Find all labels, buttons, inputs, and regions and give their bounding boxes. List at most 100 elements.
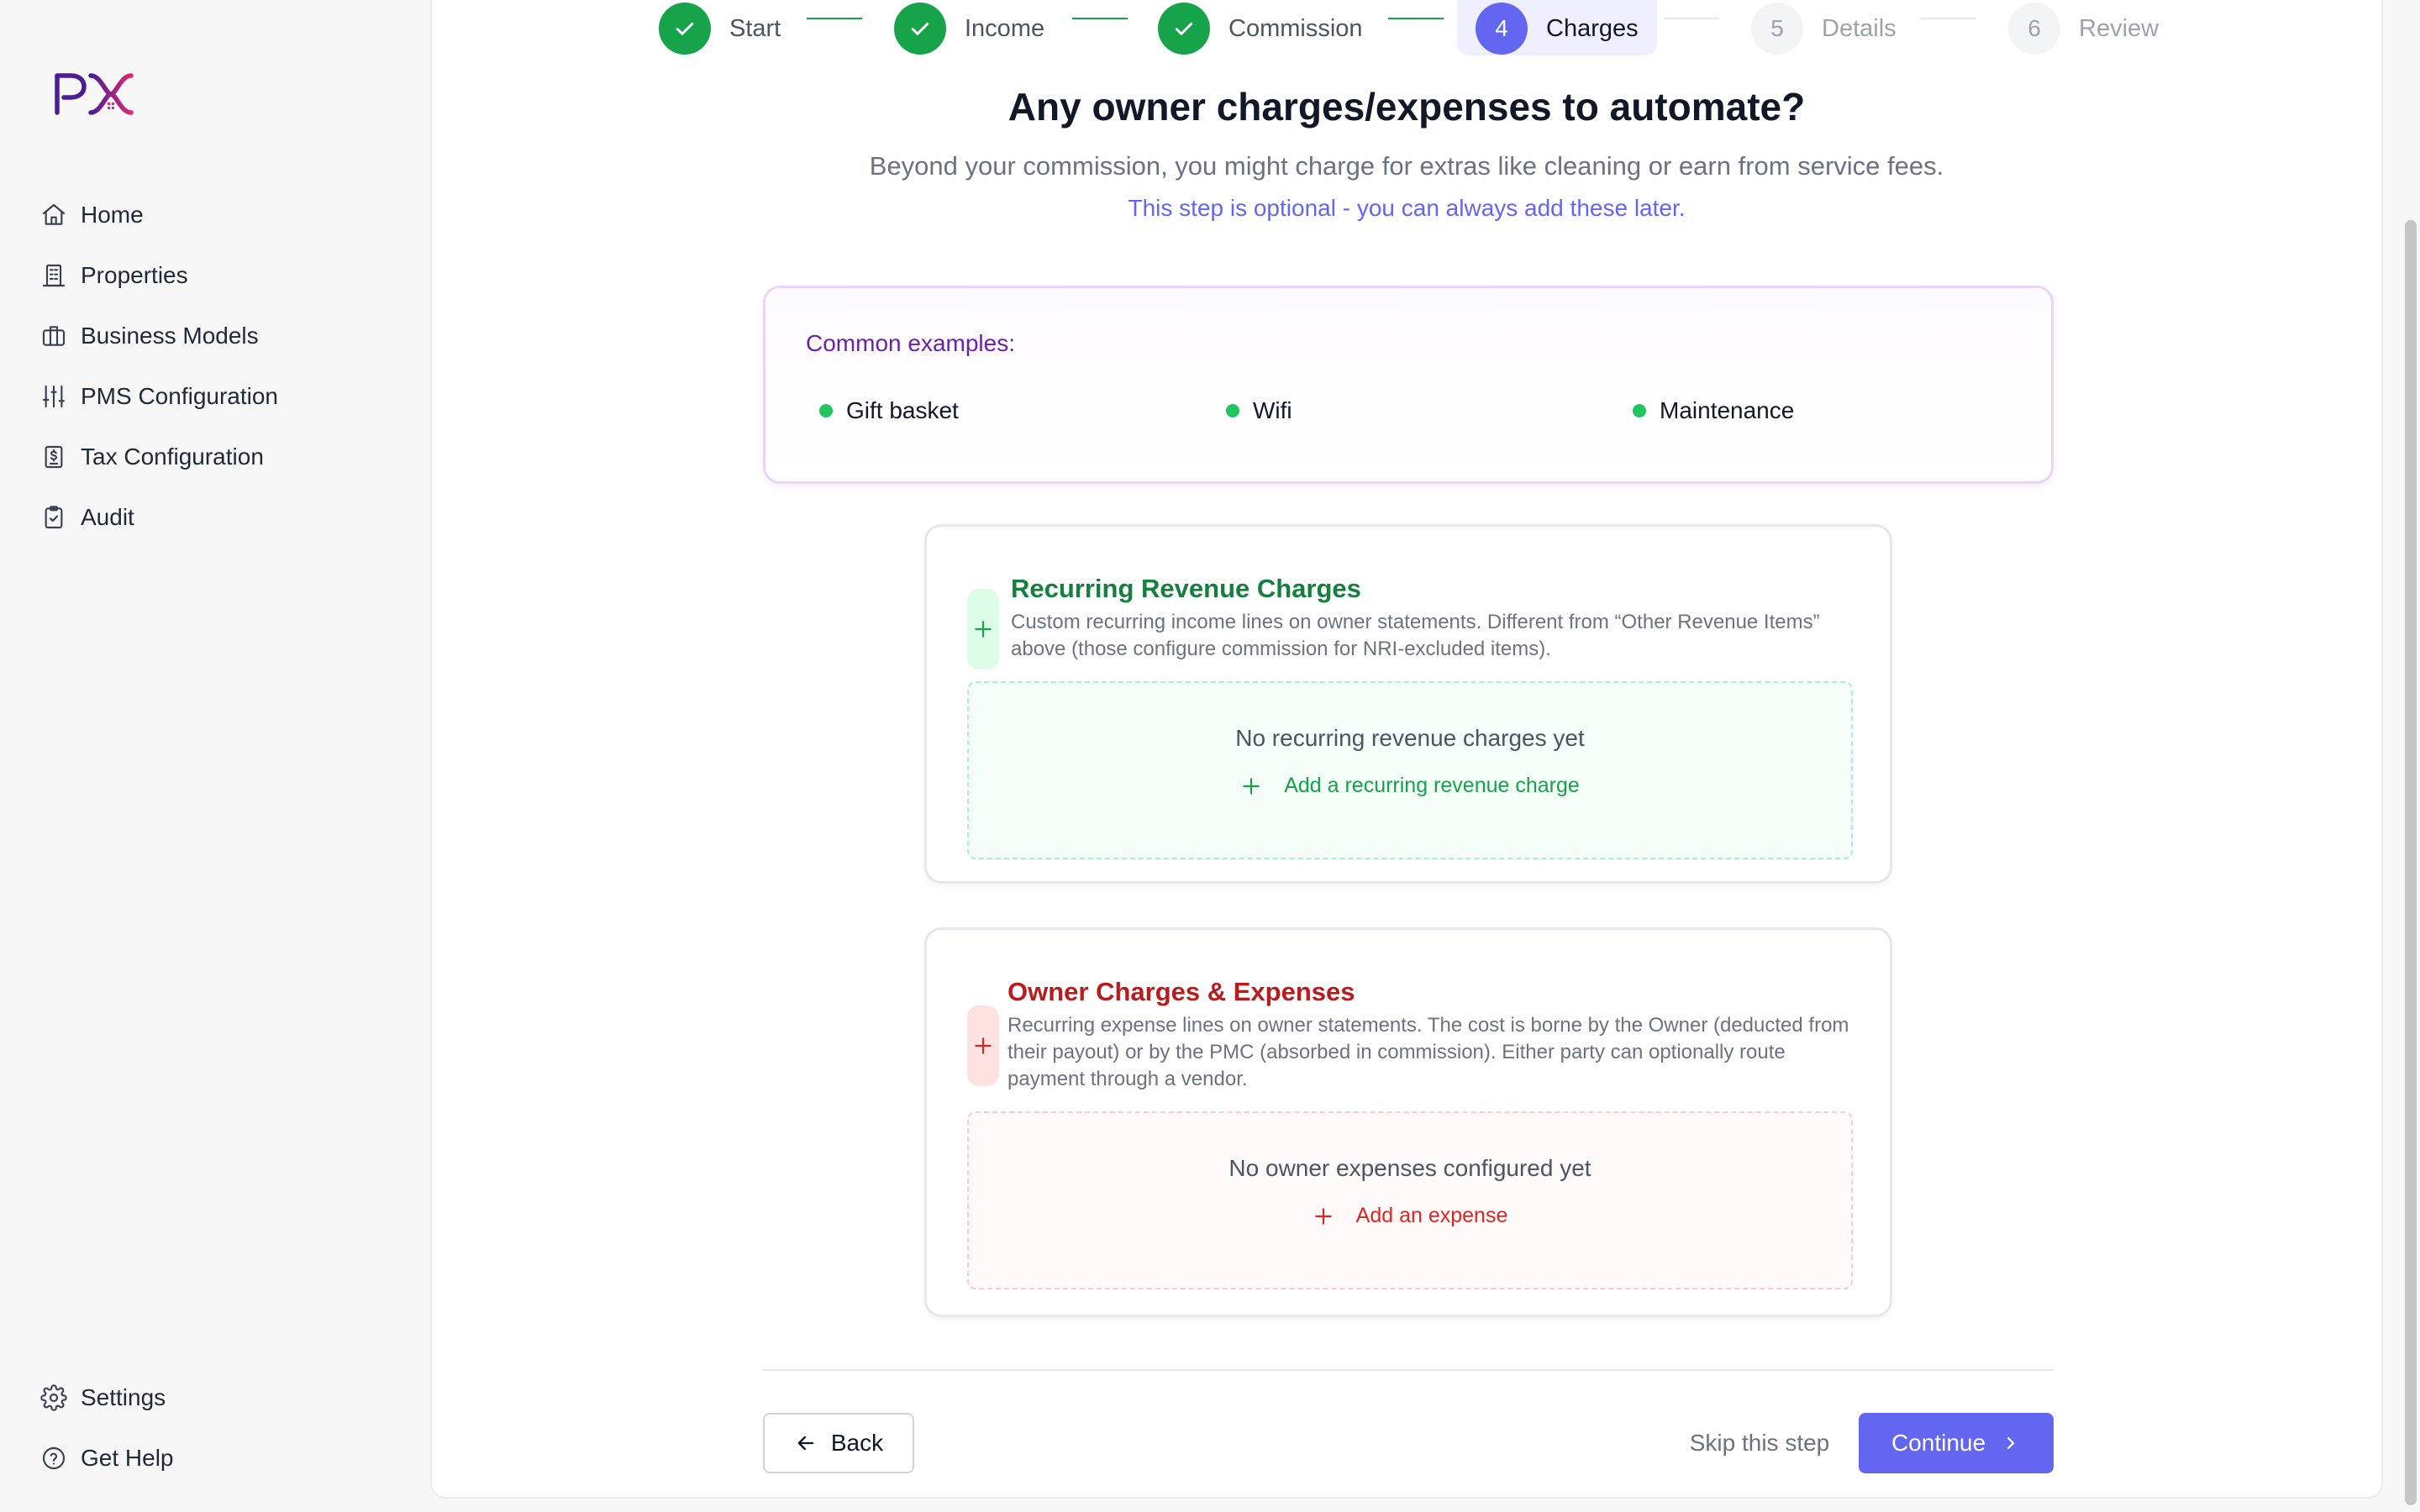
plus-icon bbox=[975, 1037, 992, 1054]
example-label: Maintenance bbox=[1660, 397, 1795, 423]
sidebar-item-label: Properties bbox=[81, 262, 188, 288]
optional-note: This step is optional - you can always a… bbox=[1128, 195, 1686, 221]
sidebar: Home Properties Business Models PMS Conf… bbox=[0, 0, 429, 1512]
sidebar-item-label: Tax Configuration bbox=[81, 444, 264, 470]
section-description: Custom recurring income lines on owner s… bbox=[1011, 611, 1820, 660]
app-root: Home Properties Business Models PMS Conf… bbox=[0, 0, 2420, 1512]
step-label: Income bbox=[965, 14, 1045, 42]
step-label: Review bbox=[2079, 14, 2160, 42]
check-icon bbox=[676, 22, 694, 35]
example-label: Gift basket bbox=[846, 397, 959, 423]
continue-button-label: Continue bbox=[1891, 1430, 1986, 1456]
clipboard-check-icon bbox=[45, 506, 63, 529]
plus-icon bbox=[1314, 1207, 1332, 1225]
step-indicator: 4 bbox=[1476, 3, 1528, 55]
bullet-dot-icon bbox=[1633, 404, 1646, 417]
step-label: Details bbox=[1822, 14, 1897, 42]
wizard-stepper: Start Income Commission 4 Charges 5 Deta… bbox=[432, 0, 2381, 60]
empty-state-text: No recurring revenue charges yet bbox=[1235, 725, 1585, 751]
section-title: Owner Charges & Expenses bbox=[1007, 977, 1355, 1006]
example-label: Wifi bbox=[1253, 397, 1292, 423]
sidebar-item-label: Home bbox=[81, 202, 144, 228]
section-description: Recurring expense lines on owner stateme… bbox=[1007, 1014, 1849, 1090]
sidebar-item-label: Get Help bbox=[81, 1445, 174, 1471]
sliders-icon bbox=[42, 385, 66, 408]
footer-divider bbox=[763, 1369, 2054, 1371]
help-circle-icon bbox=[42, 1446, 66, 1470]
examples-title: Common examples: bbox=[806, 330, 1015, 356]
sidebar-item-audit[interactable]: Audit bbox=[34, 487, 403, 548]
section-title: Recurring Revenue Charges bbox=[1011, 574, 1361, 603]
sidebar-item-get-help[interactable]: Get Help bbox=[34, 1428, 403, 1488]
section-badge bbox=[967, 1005, 999, 1086]
step-review[interactable]: 6 Review bbox=[2008, 2, 2159, 55]
page-subtitle: Beyond your commission, you might charge… bbox=[869, 151, 1944, 181]
empty-state: No recurring revenue charges yet Add a r… bbox=[967, 681, 1853, 859]
main-panel: Start Income Commission 4 Charges 5 Deta… bbox=[430, 0, 2383, 1499]
plus-icon bbox=[975, 621, 992, 638]
sidebar-item-business-models[interactable]: Business Models bbox=[34, 306, 403, 366]
common-examples-card: Common examples: Gift basket Wifi Mainte… bbox=[763, 286, 2054, 484]
owner-expenses-section: Owner Charges & Expenses Recurring expen… bbox=[924, 927, 1892, 1317]
step-label: Charges bbox=[1546, 14, 1639, 42]
step-connector bbox=[1388, 18, 1444, 19]
home-icon bbox=[42, 203, 66, 225]
arrow-left-icon bbox=[797, 1436, 814, 1451]
section-badge bbox=[967, 589, 999, 669]
sidebar-item-label: PMS Configuration bbox=[81, 383, 279, 409]
step-indicator bbox=[894, 3, 946, 55]
step-connector bbox=[807, 18, 862, 19]
add-expense-button[interactable]: Add an expense bbox=[969, 1204, 1851, 1228]
gear-icon bbox=[40, 1384, 67, 1411]
step-indicator: 6 bbox=[2008, 3, 2060, 55]
sidebar-item-pms-configuration[interactable]: PMS Configuration bbox=[34, 366, 403, 427]
chevron-right-icon bbox=[2007, 1436, 2015, 1450]
step-commission[interactable]: Commission bbox=[1158, 2, 1363, 55]
step-income[interactable]: Income bbox=[894, 2, 1044, 55]
bullet-dot-icon bbox=[819, 404, 833, 417]
step-indicator: 5 bbox=[1751, 3, 1803, 55]
skip-step-button[interactable]: Skip this step bbox=[1634, 1413, 1886, 1473]
sidebar-nav: Home Properties Business Models PMS Conf… bbox=[34, 185, 403, 548]
scrollbar-thumb[interactable] bbox=[2405, 220, 2417, 1505]
receipt-icon bbox=[45, 445, 63, 469]
brand-logo[interactable] bbox=[52, 69, 136, 119]
sidebar-item-tax-configuration[interactable]: Tax Configuration bbox=[34, 427, 403, 487]
step-label: Commission bbox=[1228, 14, 1363, 42]
check-icon bbox=[1175, 22, 1193, 35]
px-logo-icon bbox=[55, 73, 134, 115]
briefcase-icon bbox=[42, 326, 66, 346]
step-start[interactable]: Start bbox=[659, 2, 781, 55]
step-indicator bbox=[659, 3, 711, 55]
empty-state-text: No owner expenses configured yet bbox=[1228, 1155, 1591, 1181]
sidebar-item-home[interactable]: Home bbox=[34, 185, 403, 245]
sidebar-bottom-nav: Settings Get Help bbox=[34, 1368, 403, 1488]
sidebar-item-label: Audit bbox=[81, 504, 134, 530]
check-icon bbox=[911, 22, 929, 35]
continue-button[interactable]: Continue bbox=[1859, 1413, 2054, 1473]
step-charges[interactable]: 4 Charges bbox=[1476, 2, 1639, 55]
step-connector bbox=[1664, 18, 1719, 19]
bullet-dot-icon bbox=[1226, 404, 1239, 417]
building-icon bbox=[42, 264, 66, 287]
sidebar-item-label: Settings bbox=[81, 1384, 166, 1410]
page-title: Any owner charges/expenses to automate? bbox=[1007, 85, 1806, 129]
add-recurring-revenue-button[interactable]: Add a recurring revenue charge bbox=[969, 774, 1851, 798]
sidebar-item-properties[interactable]: Properties bbox=[34, 245, 403, 306]
example-item: Maintenance bbox=[1633, 397, 1794, 424]
step-details[interactable]: 5 Details bbox=[1751, 2, 1897, 55]
step-label: Start bbox=[729, 14, 781, 42]
add-button-label: Add a recurring revenue charge bbox=[1284, 774, 1580, 797]
step-connector bbox=[1921, 18, 1976, 19]
step-indicator bbox=[1158, 3, 1210, 55]
example-item: Gift basket bbox=[819, 397, 959, 424]
sidebar-item-settings[interactable]: Settings bbox=[34, 1368, 403, 1428]
step-connector bbox=[1072, 18, 1128, 19]
empty-state: No owner expenses configured yet Add an … bbox=[967, 1111, 1853, 1289]
recurring-revenue-section: Recurring Revenue Charges Custom recurri… bbox=[924, 524, 1892, 884]
example-item: Wifi bbox=[1226, 397, 1292, 424]
back-button-label: Back bbox=[830, 1430, 884, 1456]
plus-icon bbox=[1243, 777, 1260, 795]
sidebar-item-label: Business Models bbox=[81, 323, 259, 349]
back-button[interactable]: Back bbox=[763, 1413, 914, 1473]
